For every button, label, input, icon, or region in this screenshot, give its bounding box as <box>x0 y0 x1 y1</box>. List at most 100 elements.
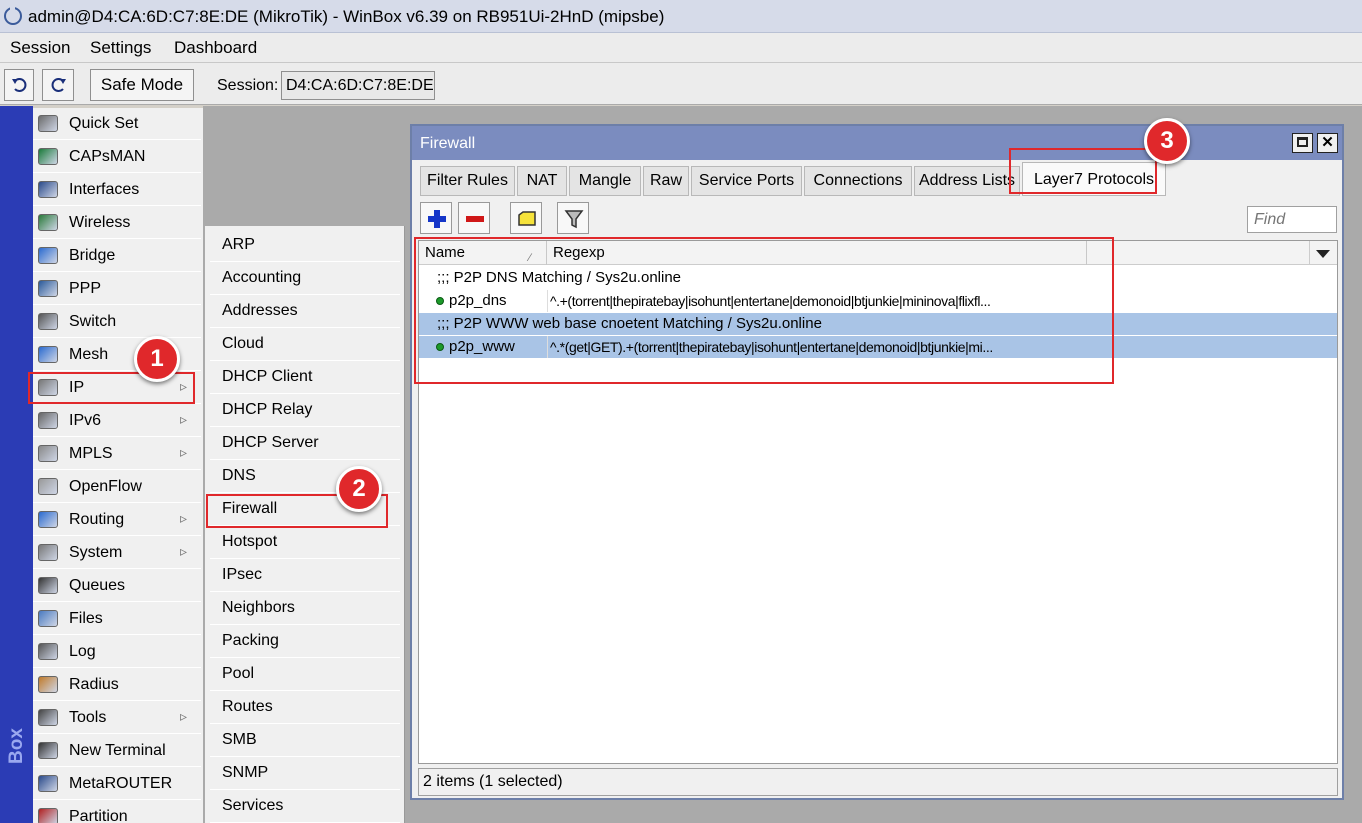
menu-item-label: MPLS <box>69 445 113 462</box>
ip-submenu-item-dhcp-relay[interactable]: DHCP Relay <box>210 395 400 427</box>
ip-submenu-label: ARP <box>222 236 255 253</box>
ip-submenu-item-arp[interactable]: ARP <box>210 230 400 262</box>
menu-item-mpls[interactable]: MPLS ▹ <box>33 438 201 470</box>
submenu-arrow-icon: ▹ <box>180 510 188 526</box>
column-header-name[interactable]: Name ∕ <box>419 241 547 265</box>
add-button[interactable] <box>420 202 452 234</box>
menu-item-ppp[interactable]: PPP <box>33 273 201 305</box>
submenu-arrow-icon: ▹ <box>180 543 188 559</box>
column-header-regexp[interactable]: Regexp <box>547 241 1087 265</box>
menu-item-interfaces[interactable]: Interfaces <box>33 174 201 206</box>
ip-submenu-item-cloud[interactable]: Cloud <box>210 329 400 361</box>
tab-nat[interactable]: NAT <box>517 166 567 196</box>
session-field[interactable]: D4:CA:6D:C7:8E:DE <box>281 71 435 100</box>
redo-icon <box>51 78 66 92</box>
comment-row[interactable]: ;;; P2P WWW web base cnoetent Matching /… <box>419 313 1337 335</box>
menu-item-routing[interactable]: Routing ▹ <box>33 504 201 536</box>
menu-item-label: Mesh <box>69 346 109 363</box>
menu-item-system[interactable]: System ▹ <box>33 537 201 569</box>
menu-item-label: Quick Set <box>69 115 139 132</box>
menu-item-label: OpenFlow <box>69 478 142 495</box>
ip-submenu-item-pool[interactable]: Pool <box>210 659 400 691</box>
firewall-window: Firewall ✕ Filter Rules NAT Mangle Raw Servi… <box>410 124 1344 800</box>
comment-button[interactable] <box>510 202 542 234</box>
table-row[interactable]: p2p_www ^.*(get|GET).+(torrent|thepirateb… <box>419 336 1337 358</box>
menu-item-label: Log <box>69 643 96 660</box>
filter-button[interactable] <box>557 202 589 234</box>
tab-address-lists[interactable]: Address Lists <box>914 166 1020 196</box>
menu-item-label: Interfaces <box>69 181 140 198</box>
ip-submenu-item-addresses[interactable]: Addresses <box>210 296 400 328</box>
side-strip <box>0 106 33 823</box>
menu-item-quick-set[interactable]: Quick Set <box>33 108 201 140</box>
log-icon <box>38 643 58 660</box>
maximize-button[interactable] <box>1292 133 1313 153</box>
window-titlebar: admin@D4:CA:6D:C7:8E:DE (MikroTik) - Win… <box>0 0 1362 33</box>
undo-button[interactable] <box>4 69 34 101</box>
comment-row[interactable]: ;;; P2P DNS Matching / Sys2u.online <box>419 267 1337 289</box>
tab-filter-rules[interactable]: Filter Rules <box>420 166 515 196</box>
ip-submenu-item-routes[interactable]: Routes <box>210 692 400 724</box>
menu-item-wireless[interactable]: Wireless <box>33 207 201 239</box>
menu-item-ip[interactable]: IP ▹ <box>33 372 201 404</box>
status-text: 2 items (1 selected) <box>423 773 563 790</box>
menu-item-queues[interactable]: Queues <box>33 570 201 602</box>
ip-submenu-label: IPsec <box>222 566 263 583</box>
ip-submenu-item-dhcp-client[interactable]: DHCP Client <box>210 362 400 394</box>
column-menu-button[interactable] <box>1309 241 1335 265</box>
menu-item-tools[interactable]: Tools ▹ <box>33 702 201 734</box>
firewall-titlebar[interactable]: Firewall ✕ <box>412 126 1342 160</box>
menu-item-log[interactable]: Log <box>33 636 201 668</box>
menu-item-label: Bridge <box>69 247 116 264</box>
ip-submenu-item-services[interactable]: Services <box>210 791 400 823</box>
menu-item-metarouter[interactable]: MetaROUTER <box>33 768 201 800</box>
tools-icon <box>38 709 58 726</box>
menu-item-new-terminal[interactable]: New Terminal <box>33 735 201 767</box>
remove-button[interactable] <box>458 202 490 234</box>
menu-item-ipv6[interactable]: IPv6 ▹ <box>33 405 201 437</box>
ip-submenu-item-dhcp-server[interactable]: DHCP Server <box>210 428 400 460</box>
tab-layer7-protocols[interactable]: Layer7 Protocols <box>1022 162 1166 196</box>
menu-item-switch[interactable]: Switch <box>33 306 201 338</box>
ip-submenu-label: DNS <box>222 467 256 484</box>
tab-connections[interactable]: Connections <box>804 166 912 196</box>
menu-item-files[interactable]: Files <box>33 603 201 635</box>
ip-submenu-label: Services <box>222 797 284 814</box>
menu-item-bridge[interactable]: Bridge <box>33 240 201 272</box>
ip-submenu-label: SNMP <box>222 764 269 781</box>
menu-session[interactable]: Session <box>10 38 70 58</box>
column-name-label: Name <box>425 244 466 261</box>
menu-settings[interactable]: Settings <box>90 38 151 58</box>
menu-dashboard[interactable]: Dashboard <box>174 38 257 58</box>
menu-item-label: IP <box>69 379 85 396</box>
close-button[interactable]: ✕ <box>1317 133 1338 153</box>
submenu-arrow-icon: ▹ <box>180 708 188 724</box>
window-title: admin@D4:CA:6D:C7:8E:DE (MikroTik) - Win… <box>28 7 665 26</box>
ip-submenu-item-ipsec[interactable]: IPsec <box>210 560 400 592</box>
cell-regexp: ^.*(get|GET).+(torrent|thepiratebay|isoh… <box>547 336 1087 358</box>
find-input[interactable] <box>1247 206 1337 233</box>
menu-item-radius[interactable]: Radius <box>33 669 201 701</box>
ip-submenu-item-hotspot[interactable]: Hotspot <box>210 527 400 559</box>
tab-raw[interactable]: Raw <box>643 166 689 196</box>
ip-submenu-label: Pool <box>222 665 255 682</box>
tab-service-ports[interactable]: Service Ports <box>691 166 802 196</box>
menu-item-capsman[interactable]: CAPsMAN <box>33 141 201 173</box>
menu-item-partition[interactable]: Partition <box>33 801 201 823</box>
ip-submenu-item-smb[interactable]: SMB <box>210 725 400 757</box>
ip-submenu-label: Neighbors <box>222 599 295 616</box>
close-icon: ✕ <box>1321 134 1334 151</box>
cell-name: p2p_www <box>449 338 515 355</box>
table-row[interactable]: p2p_dns ^.+(torrent|thepiratebay|isohunt|… <box>419 290 1337 312</box>
ip-submenu-item-accounting[interactable]: Accounting <box>210 263 400 295</box>
ip-submenu-item-packing[interactable]: Packing <box>210 626 400 658</box>
ip-submenu-label: DHCP Client <box>222 368 313 385</box>
safe-mode-button[interactable]: Safe Mode <box>90 69 194 101</box>
menu-item-openflow[interactable]: OpenFlow <box>33 471 201 503</box>
redo-button[interactable] <box>42 69 74 101</box>
layer7-table: Name ∕ Regexp ;;; P2P DNS Matching / Sys… <box>418 240 1338 764</box>
switch-icon <box>38 313 58 330</box>
ip-submenu-item-snmp[interactable]: SNMP <box>210 758 400 790</box>
tab-mangle[interactable]: Mangle <box>569 166 641 196</box>
ip-submenu-item-neighbors[interactable]: Neighbors <box>210 593 400 625</box>
